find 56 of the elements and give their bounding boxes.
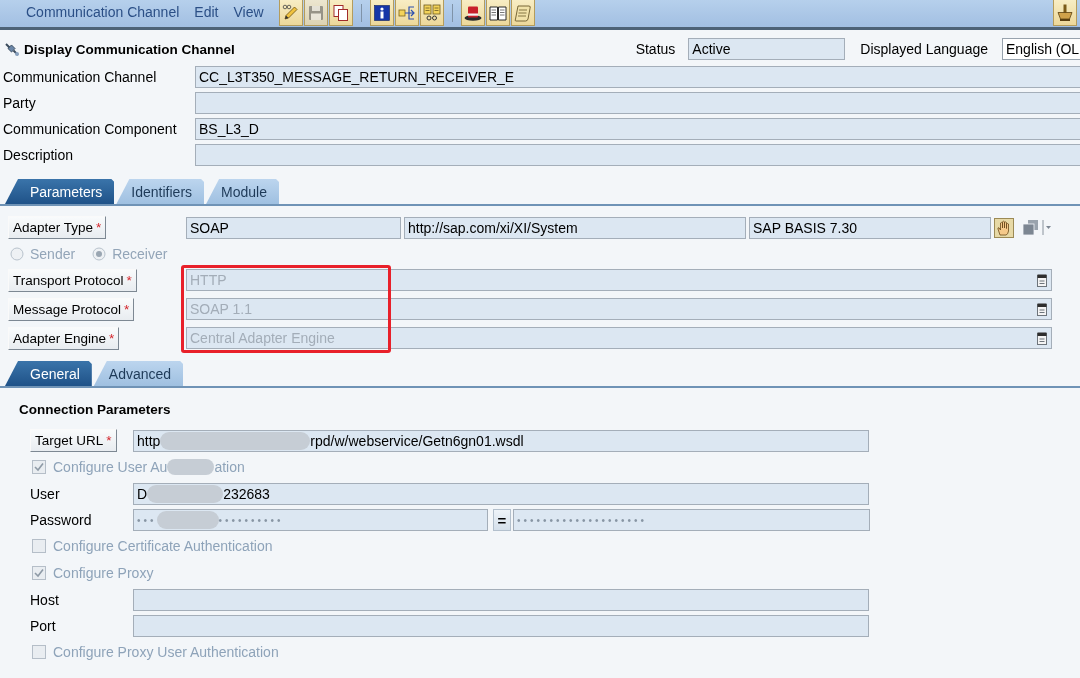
arrows-icon[interactable] <box>394 0 419 26</box>
stack-dropdown-icon[interactable] <box>1022 219 1052 236</box>
menu-item[interactable]: Edit <box>194 0 219 24</box>
field-label: Password <box>30 512 93 528</box>
field-label: Host <box>30 592 60 608</box>
checkbox-label: Configure Proxy User Authentication <box>53 644 279 660</box>
tab[interactable]: Parameters <box>5 179 115 204</box>
section-title: Connection Parameters <box>19 401 172 418</box>
tab[interactable]: Identifiers <box>116 179 205 204</box>
text-field[interactable] <box>195 144 1080 166</box>
confirm-button[interactable]: = <box>493 509 511 531</box>
radio-label: Sender <box>30 245 76 262</box>
text-field[interactable]: http://sap.com/xi/XI/System <box>404 216 746 239</box>
page-title: Display Communication Channel <box>24 41 235 57</box>
field-label: Displayed Language <box>860 41 988 57</box>
url-field[interactable]: http rpd/w/webservice/Getn6gn01.wsdl <box>133 429 869 452</box>
menu-item[interactable]: View <box>233 0 264 24</box>
compare-icon[interactable] <box>419 0 444 26</box>
hand-icon[interactable] <box>994 217 1014 238</box>
text-field[interactable] <box>195 92 1080 114</box>
text-field[interactable] <box>133 615 869 637</box>
language-field[interactable]: English (OL <box>1002 38 1080 60</box>
field-label: Communication Channel <box>2 69 158 85</box>
field-label: Communication Component <box>2 121 178 137</box>
field-label: Status <box>635 41 676 57</box>
pencil-icon[interactable] <box>278 0 303 26</box>
field-label: Port <box>30 618 57 634</box>
label-button[interactable]: Target URL * <box>30 429 117 452</box>
checkbox-label: Configure Certificate Authentication <box>53 538 273 554</box>
text-field[interactable]: D 232683 <box>133 483 869 505</box>
field-label: Description <box>2 147 75 163</box>
checkbox-label: Configure Proxy <box>53 565 154 581</box>
text-field[interactable]: SAP BASIS 7.30 <box>749 216 991 239</box>
info-icon[interactable] <box>369 0 394 26</box>
field-label: Party <box>2 95 37 111</box>
checkbox-label: Configure User Au <box>53 459 168 475</box>
hat-icon[interactable] <box>460 0 485 26</box>
text-field[interactable]: CC_L3T350_MESSAGE_RETURN_RECEIVER_E <box>195 66 1080 88</box>
menu-item[interactable]: Communication Channel <box>26 0 180 24</box>
mortar-icon[interactable] <box>1053 0 1077 26</box>
status-field[interactable]: Active <box>688 38 846 60</box>
checkbox-label: ation <box>214 459 245 475</box>
tab[interactable]: Advanced <box>93 361 184 386</box>
copy-icon[interactable] <box>328 0 353 26</box>
text-field[interactable]: BS_L3_D <box>195 118 1080 140</box>
tab[interactable]: Module <box>206 179 279 204</box>
plug-icon <box>4 41 20 57</box>
tab[interactable]: General <box>5 361 92 386</box>
redaction-blur <box>156 511 219 529</box>
text-field[interactable] <box>133 589 869 611</box>
book-icon[interactable] <box>485 0 510 26</box>
radio-label: Receiver <box>112 245 168 262</box>
redaction-blur <box>167 459 215 475</box>
field-label: User <box>30 486 61 502</box>
label-button[interactable]: Adapter Type * <box>8 216 107 239</box>
text-field[interactable]: SOAP <box>186 216 401 239</box>
